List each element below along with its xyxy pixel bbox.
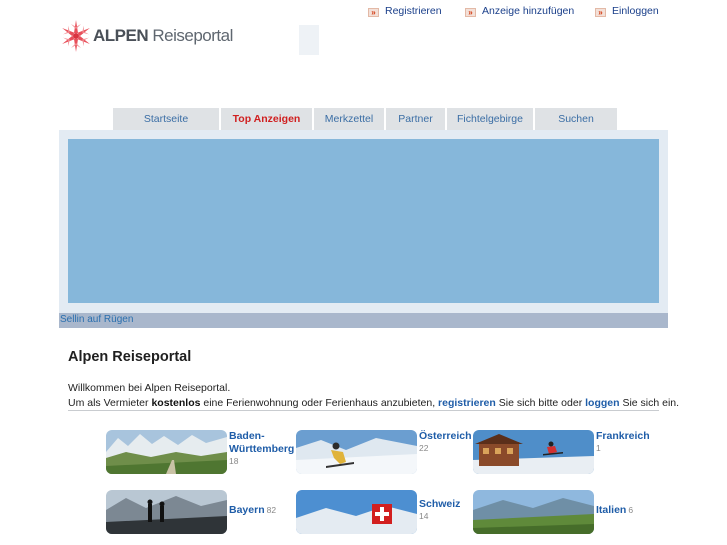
region-name-label: Bayern — [229, 504, 265, 516]
intro-mid2: Sie sich bitte oder — [495, 396, 586, 409]
snowflake-logo-icon — [62, 20, 90, 52]
banner-image[interactable] — [68, 139, 659, 303]
banner-caption-bar: Sellin auf Rügen — [59, 313, 668, 328]
region-oesterreich: Österreich 22 — [296, 430, 472, 474]
divider — [68, 410, 659, 411]
login-link[interactable]: » Einloggen — [595, 4, 659, 17]
welcome-text: Willkommen bei Alpen Reiseportal. — [68, 382, 231, 394]
add-listing-link[interactable]: » Anzeige hinzufügen — [465, 4, 574, 17]
double-arrow-icon: » — [465, 8, 476, 17]
region-name-line2: Württemberg — [229, 443, 295, 455]
login-inline-link[interactable]: loggen — [585, 397, 619, 409]
region-name-label: Italien — [596, 504, 627, 516]
intro-pre: Um als Vermieter — [68, 396, 152, 409]
banner-caption-link[interactable]: Sellin auf Rügen — [59, 313, 668, 327]
tab-top-anzeigen[interactable]: Top Anzeigen — [221, 108, 312, 130]
tab-suchen[interactable]: Suchen — [535, 108, 617, 130]
region-name-oesterreich[interactable]: Österreich — [419, 430, 472, 443]
region-count: 22 — [419, 443, 429, 453]
region-schweiz: Schweiz 14 — [296, 490, 460, 534]
region-name-schweiz[interactable]: Schweiz — [419, 498, 460, 511]
region-name-frankreich[interactable]: Frankreich — [596, 430, 650, 443]
region-thumbnail[interactable] — [473, 490, 594, 534]
register-inline-link[interactable]: registrieren — [438, 397, 496, 409]
region-thumbnail[interactable] — [473, 430, 594, 474]
register-link[interactable]: » Registrieren — [368, 4, 442, 17]
region-name-baden-wuerttemberg[interactable]: Baden- Württemberg — [229, 430, 294, 456]
intro-line: Um als Vermieter kostenlos eine Ferienwo… — [68, 396, 679, 411]
intro-text: Willkommen bei Alpen Reiseportal. Um als… — [68, 381, 679, 410]
double-arrow-icon: » — [595, 8, 606, 17]
logo-word-alpen: ALPEN — [93, 26, 149, 45]
logo-placeholder-box — [299, 25, 319, 55]
main-nav: Startseite Top Anzeigen Merkzettel Partn… — [113, 108, 617, 130]
tab-startseite[interactable]: Startseite — [113, 108, 219, 130]
logo-word-reiseportal: Reiseportal — [152, 26, 233, 45]
region-baden-wuerttemberg: Baden- Württemberg 18 — [106, 430, 294, 474]
region-thumbnail[interactable] — [106, 490, 227, 534]
region-name-line1: Baden- — [229, 430, 265, 442]
region-count: 82 — [266, 505, 277, 515]
region-thumbnail[interactable] — [296, 430, 417, 474]
logo-wordmark: ALPEN Reiseportal — [93, 26, 233, 46]
region-name-italien[interactable]: Italien 6 — [596, 504, 633, 517]
region-count: 1 — [596, 443, 601, 453]
tab-partner[interactable]: Partner — [386, 108, 445, 130]
site-logo[interactable]: ALPEN Reiseportal — [61, 17, 319, 55]
region-name-bayern[interactable]: Bayern 82 — [229, 504, 276, 517]
tab-merkzettel[interactable]: Merkzettel — [314, 108, 384, 130]
tab-fichtelgebirge[interactable]: Fichtelgebirge — [447, 108, 533, 130]
add-listing-link-label: Anzeige hinzufügen — [482, 4, 575, 17]
intro-post: Sie sich ein. — [619, 396, 680, 409]
region-count: 14 — [419, 511, 429, 521]
region-italien: Italien 6 — [473, 490, 633, 534]
region-thumbnail[interactable] — [296, 490, 417, 534]
login-link-label: Einloggen — [612, 4, 659, 17]
region-count: 18 — [229, 456, 239, 466]
region-thumbnail[interactable] — [106, 430, 227, 474]
intro-bold-free: kostenlos — [151, 396, 201, 409]
intro-mid: eine Ferienwohnung oder Ferienhaus anzub… — [200, 396, 439, 409]
region-frankreich: Frankreich 1 — [473, 430, 650, 474]
double-arrow-icon: » — [368, 8, 379, 17]
page-title: Alpen Reiseportal — [68, 349, 192, 365]
register-link-label: Registrieren — [385, 4, 442, 17]
region-bayern: Bayern 82 — [106, 490, 276, 534]
region-count: 6 — [628, 505, 634, 515]
